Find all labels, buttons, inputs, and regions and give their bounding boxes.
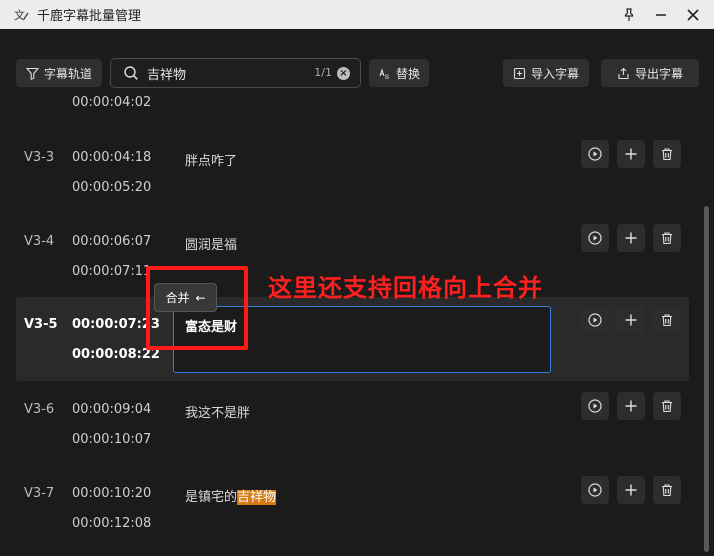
subtitle-text[interactable]: 是镇宅的吉祥物 [185,486,277,505]
subtitle-track-label: 字幕轨道 [43,66,92,81]
end-time[interactable]: 00:00:05:20 [72,180,151,195]
replace-button[interactable]: B 替换 [369,59,429,87]
trash-icon [662,232,672,245]
plus-icon [625,148,637,160]
start-time[interactable]: 00:00:07:23 [72,317,160,332]
partial-end-time: 00:00:04:02 [72,95,152,110]
merge-up-button[interactable]: 合并 ← [154,283,217,312]
play-icon [588,399,602,413]
annotation-text: 这里还支持回格向上合并 [268,274,543,302]
subtitle-row[interactable]: V3-7 00:00:10:20 00:00:12:08 是镇宅的吉祥物 [0,476,700,556]
play-button[interactable] [581,392,609,420]
add-row-button[interactable] [617,306,645,334]
row-id: V3-3 [24,150,55,165]
add-row-button[interactable] [617,224,645,252]
trash-icon [662,484,672,497]
play-icon [588,483,602,497]
end-time[interactable]: 00:00:12:08 [72,516,151,531]
export-label: 导出字幕 [634,66,683,81]
add-row-button[interactable] [617,476,645,504]
add-row-button[interactable] [617,140,645,168]
search-highlight: 吉祥物 [237,490,277,505]
play-icon [588,231,602,245]
play-button[interactable] [581,306,609,334]
row-id: V3-5 [24,317,58,332]
subtitle-text[interactable]: 胖点咋了 [185,150,237,169]
subtitle-text-editor[interactable]: 富态是财 [173,306,551,373]
play-button[interactable] [581,224,609,252]
merge-label: 合并 [165,291,190,305]
play-button[interactable] [581,476,609,504]
subtitle-track-button[interactable]: 字幕轨道 [16,59,102,87]
plus-icon [625,232,637,244]
subtitle-text-plain: 是镇宅的 [185,490,238,505]
delete-row-button[interactable] [653,306,681,334]
subtitle-text[interactable]: 我这不是胖 [185,402,250,421]
pin-icon[interactable] [622,7,636,22]
filter-icon [25,67,39,80]
start-time[interactable]: 00:00:09:04 [72,402,151,417]
search-input[interactable] [147,65,297,81]
title-bar: 文 千鹿字幕批量管理 [0,0,714,29]
svg-text:B: B [385,74,389,80]
search-match-count: 1/1 [314,66,332,79]
toolbar: 字幕轨道 1/1 × B 替换 导入字幕 导出字幕 [0,57,714,89]
subtitle-row[interactable]: V3-6 00:00:09:04 00:00:10:07 我这不是胖 [0,392,700,476]
window-title: 千鹿字幕批量管理 [37,9,142,24]
search-icon [124,66,138,80]
subtitle-list[interactable]: 00:00:04:02 V3-3 00:00:04:18 00:00:05:20… [0,95,714,556]
import-subtitle-button[interactable]: 导入字幕 [503,59,589,87]
clear-search-icon[interactable]: × [337,67,350,80]
start-time[interactable]: 00:00:04:18 [72,150,151,165]
search-box[interactable]: 1/1 × [110,58,361,88]
subtitle-row[interactable]: V3-3 00:00:04:18 00:00:05:20 胖点咋了 [0,140,700,224]
vertical-scrollbar[interactable] [704,206,709,552]
delete-row-button[interactable] [653,224,681,252]
trash-icon [662,314,672,327]
minimize-icon[interactable] [654,8,668,22]
play-button[interactable] [581,140,609,168]
subtitle-row-active[interactable]: V3-5 00:00:07:23 00:00:08:22 富态是财 [16,297,689,381]
import-label: 导入字幕 [530,66,579,81]
row-id: V3-6 [24,402,55,417]
delete-row-button[interactable] [653,140,681,168]
end-time[interactable]: 00:00:07:11 [72,264,151,279]
subtitle-text[interactable]: 圆润是福 [185,234,237,253]
svg-text:文: 文 [14,8,25,22]
replace-icon: B [379,67,389,80]
close-icon[interactable] [686,8,700,22]
export-icon [618,67,629,79]
end-time[interactable]: 00:00:10:07 [72,432,151,447]
start-time[interactable]: 00:00:06:07 [72,234,151,249]
play-icon [588,147,602,161]
arrow-left-icon: ← [195,290,206,305]
end-time[interactable]: 00:00:08:22 [72,347,160,362]
import-icon [513,67,526,79]
trash-icon [662,148,672,161]
plus-icon [625,400,637,412]
start-time[interactable]: 00:00:10:20 [72,486,151,501]
plus-icon [625,484,637,496]
export-subtitle-button[interactable]: 导出字幕 [601,59,699,87]
row-id: V3-4 [24,234,55,249]
delete-row-button[interactable] [653,476,681,504]
play-icon [588,313,602,327]
replace-label: 替换 [395,66,420,81]
row-id: V3-7 [24,486,55,501]
trash-icon [662,400,672,413]
delete-row-button[interactable] [653,392,681,420]
add-row-button[interactable] [617,392,645,420]
app-logo-icon: 文 [14,7,30,23]
plus-icon [625,314,637,326]
